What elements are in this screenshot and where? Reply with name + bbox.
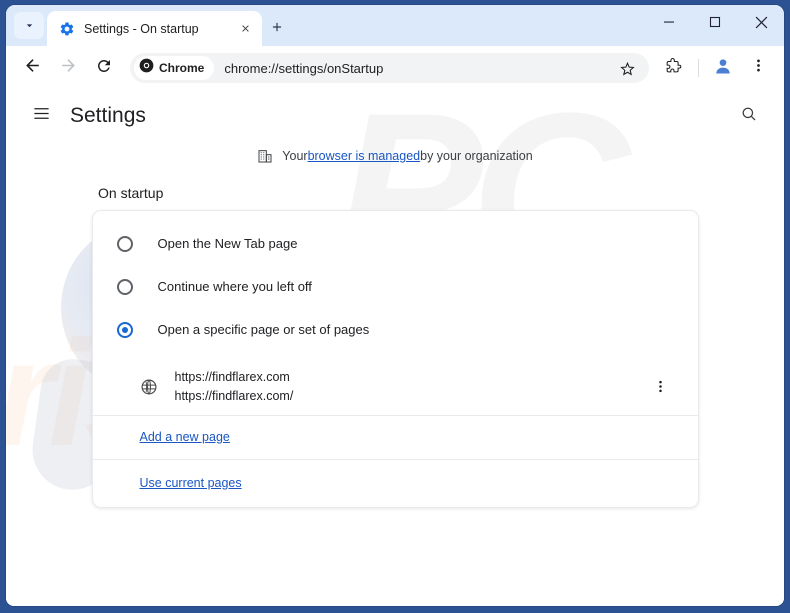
startup-page-url: https://findflarex.com/: [174, 388, 294, 403]
managed-notice-link[interactable]: browser is managed: [308, 149, 421, 163]
startup-option-continue[interactable]: Continue where you left off: [93, 265, 698, 308]
minimize-button[interactable]: [646, 5, 692, 39]
extensions-button[interactable]: [657, 52, 689, 84]
tab-strip: Settings - On startup: [6, 5, 784, 46]
arrow-left-icon: [23, 56, 42, 80]
address-bar[interactable]: Chrome chrome://settings/onStartup: [130, 53, 649, 83]
radio-new-tab[interactable]: [116, 235, 133, 252]
reload-button[interactable]: [88, 52, 120, 84]
forward-button[interactable]: [52, 52, 84, 84]
chrome-icon: [139, 58, 154, 78]
startup-page-menu-button[interactable]: [648, 374, 674, 400]
add-new-page-row: Add a new page: [92, 416, 698, 460]
startup-page-title: https://findflarex.com: [174, 370, 290, 384]
browser-toolbar: Chrome chrome://settings/onStartup: [6, 46, 784, 90]
settings-header: Settings: [6, 90, 784, 142]
three-dots-vertical-icon: [750, 57, 767, 79]
startup-page-row: https://findflarex.com https://findflare…: [92, 359, 698, 416]
tab-settings[interactable]: Settings - On startup: [47, 11, 262, 46]
add-new-page-link[interactable]: Add a new page: [140, 430, 230, 444]
building-icon: [257, 148, 273, 164]
managed-notice-suffix: by your organization: [420, 149, 533, 163]
arrow-right-icon: [59, 56, 78, 80]
maximize-button[interactable]: [692, 5, 738, 39]
use-current-pages-row: Use current pages: [93, 460, 698, 507]
tab-close-button[interactable]: [236, 20, 254, 38]
managed-notice-prefix: Your: [282, 149, 308, 163]
reload-icon: [95, 57, 113, 80]
profile-avatar[interactable]: [708, 53, 738, 83]
startup-option-specific-pages[interactable]: Open a specific page or set of pages: [93, 308, 698, 351]
toolbar-divider: [698, 59, 699, 77]
startup-option-label: Open the New Tab page: [157, 236, 298, 251]
settings-search-button[interactable]: [732, 99, 766, 133]
chrome-chip-label: Chrome: [159, 61, 205, 75]
section-label-on-startup: On startup: [98, 185, 164, 201]
globe-icon: [140, 378, 158, 396]
startup-page-text: https://findflarex.com https://findflare…: [175, 368, 648, 406]
tab-search-button[interactable]: [14, 12, 44, 39]
startup-option-label: Open a specific page or set of pages: [157, 322, 370, 337]
new-tab-button[interactable]: [264, 16, 290, 42]
chevron-down-icon: [23, 19, 36, 32]
settings-menu-button[interactable]: [24, 99, 58, 133]
close-button[interactable]: [738, 5, 784, 39]
back-button[interactable]: [16, 52, 48, 84]
chrome-origin-chip: Chrome: [134, 56, 215, 80]
search-icon: [740, 105, 758, 128]
managed-notice: Your browser is managed by your organiza…: [6, 148, 784, 164]
window-controls: [646, 5, 784, 46]
gear-icon: [59, 21, 75, 37]
startup-option-label: Continue where you left off: [157, 279, 312, 294]
puzzle-piece-icon: [664, 57, 682, 80]
browser-window: Settings - On startup Chrome chrome://se…: [6, 5, 784, 606]
use-current-pages-link[interactable]: Use current pages: [140, 476, 242, 490]
settings-page: PC risk.com Settings: [6, 90, 784, 606]
tab-title: Settings - On startup: [84, 21, 199, 36]
hamburger-menu-icon: [32, 104, 51, 128]
address-bar-value: chrome://settings/onStartup: [224, 60, 384, 76]
avatar-icon: [713, 56, 733, 81]
browser-menu-button[interactable]: [742, 52, 774, 84]
startup-option-new-tab[interactable]: Open the New Tab page: [93, 222, 698, 265]
plus-icon: [270, 20, 284, 39]
on-startup-card: Open the New Tab page Continue where you…: [91, 210, 699, 508]
radio-specific-pages[interactable]: [116, 321, 133, 338]
bookmark-star-icon[interactable]: [613, 54, 641, 82]
radio-continue[interactable]: [116, 278, 133, 295]
page-title: Settings: [70, 104, 146, 127]
